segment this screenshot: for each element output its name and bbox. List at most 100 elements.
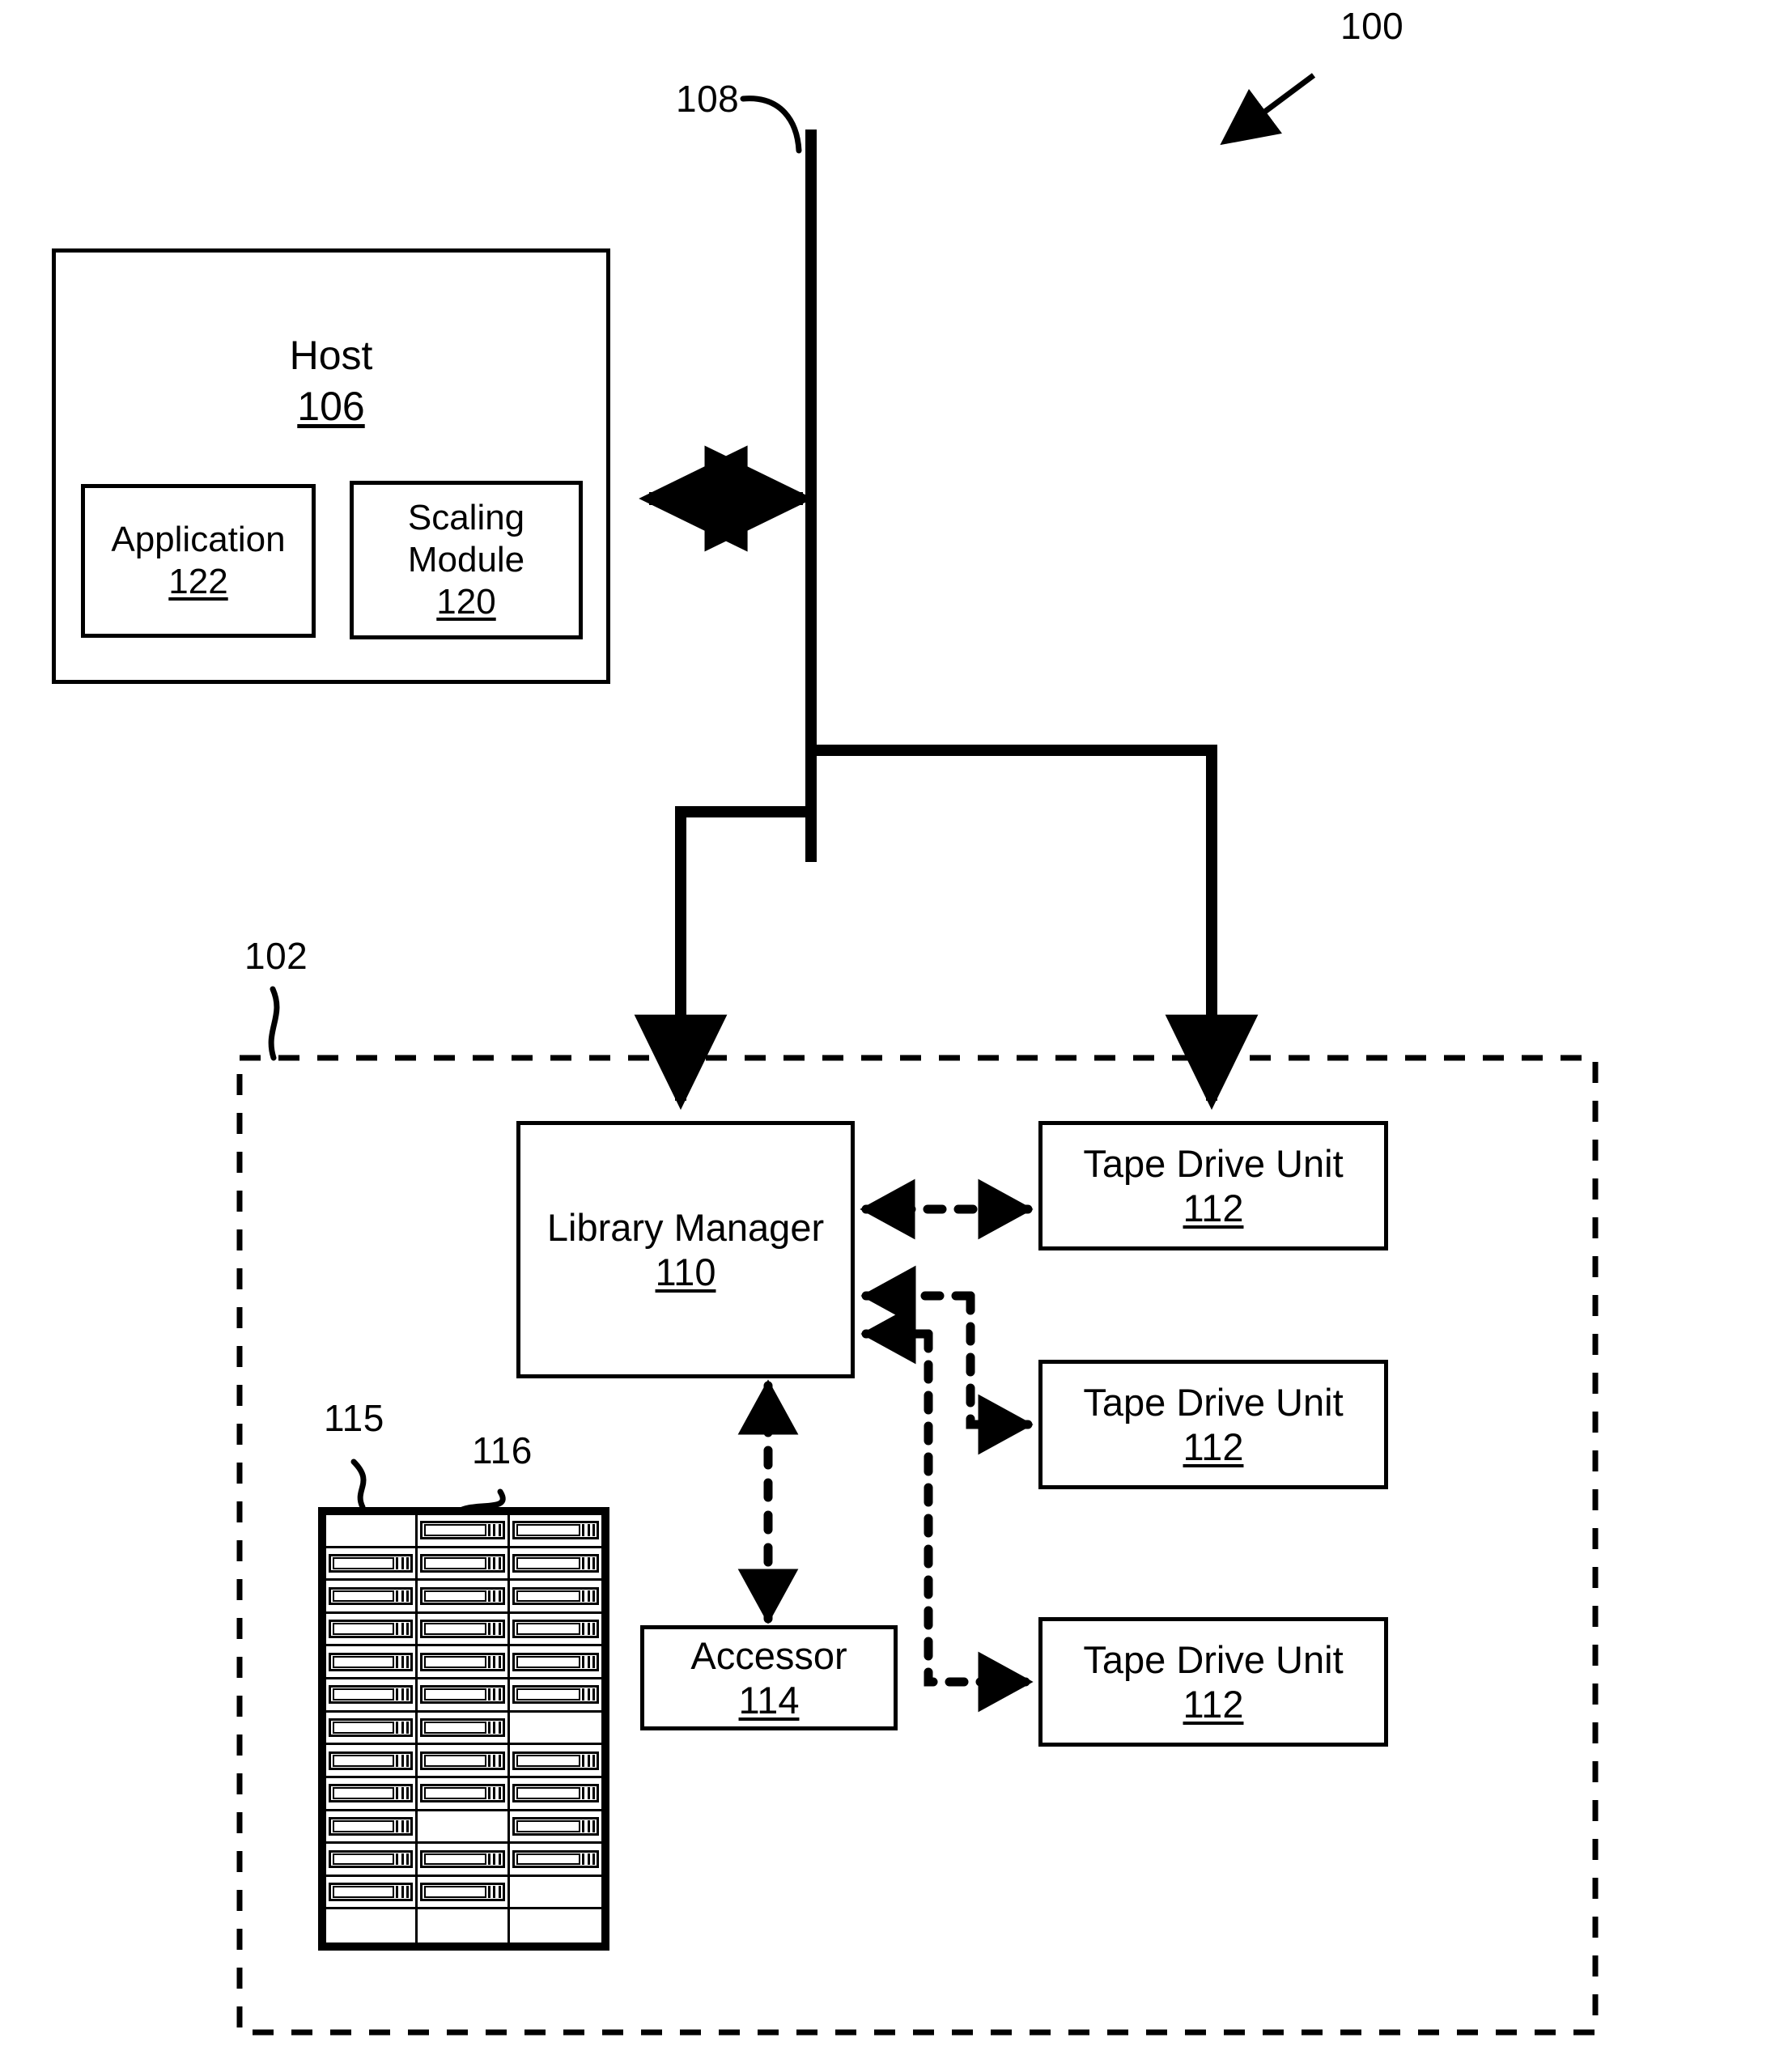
tape-drive-unit-block: Tape Drive Unit 112: [1038, 1617, 1388, 1747]
cartridge-slot-empty: [326, 1909, 418, 1942]
cartridge-slot-empty: [509, 1909, 601, 1942]
tape-cartridge: [329, 1620, 414, 1639]
tape-cartridge-body: [333, 1556, 395, 1569]
tape-cartridge: [329, 1883, 414, 1901]
cartridge-slot-occupied: [509, 1646, 601, 1680]
tape-cartridge-body: [333, 1787, 395, 1800]
tape-drive-unit-block: Tape Drive Unit 112: [1038, 1121, 1388, 1250]
ref-numeral-system: 100: [1340, 5, 1404, 47]
cartridge-slot-occupied: [509, 1613, 601, 1647]
tape-cartridge-body: [516, 1787, 580, 1800]
tape-cartridge-body: [424, 1556, 486, 1569]
tape-cartridge: [329, 1553, 414, 1573]
tape-cartridge-label-bars: [487, 1886, 501, 1898]
tape-cartridge-label-bars: [582, 1524, 595, 1537]
cartridge-slot-occupied: [509, 1745, 601, 1778]
cartridge-slot-occupied: [509, 1679, 601, 1713]
cartridge-slot-empty: [418, 1909, 510, 1942]
ref-numeral-bus: 108: [676, 78, 740, 120]
tape-cartridge-label-bars: [487, 1524, 501, 1537]
cartridge-slot-occupied: [326, 1613, 418, 1647]
tape-cartridge-label-bars: [396, 1754, 410, 1767]
cartridge-slot-occupied: [509, 1844, 601, 1877]
cartridge-slot-empty: [509, 1876, 601, 1910]
tape-cartridge: [329, 1718, 414, 1737]
application-title: Application: [111, 520, 286, 560]
tape-cartridge: [329, 1586, 414, 1606]
scaling-module-title-line1: Scaling: [407, 498, 525, 538]
scaling-module-ref-numeral: 120: [436, 581, 496, 622]
patent-figure: 100 108 102 115 116 Host 106 Application…: [0, 0, 1792, 2072]
tape-cartridge: [420, 1883, 505, 1901]
tape-cartridge-label-bars: [487, 1655, 501, 1668]
tape-cartridge-label-bars: [487, 1556, 501, 1569]
cartridge-slot-occupied: [326, 1646, 418, 1680]
tape-cartridge: [420, 1751, 505, 1770]
tape-cartridge: [329, 1816, 414, 1836]
cartridge-slot-occupied: [418, 1548, 510, 1582]
tape-cartridge-body: [516, 1556, 580, 1569]
system-leader-arrow: [1220, 73, 1316, 146]
library-manager-ref-numeral: 110: [655, 1250, 716, 1293]
tape-cartridge-label-bars: [582, 1819, 595, 1832]
accessor-ref-numeral: 114: [738, 1679, 800, 1722]
cartridge-slot-occupied: [509, 1811, 601, 1845]
tape-cartridge-body: [516, 1623, 580, 1636]
cartridge-slot-occupied: [418, 1745, 510, 1778]
tape-cartridge-label-bars: [396, 1623, 410, 1636]
tape-drive-unit-ref-numeral: 112: [1183, 1425, 1244, 1468]
tape-cartridge-body: [424, 1787, 486, 1800]
cartridge-slot-occupied: [326, 1844, 418, 1877]
tape-cartridge: [420, 1849, 505, 1869]
cartridge-magazine: [318, 1507, 609, 1951]
tape-cartridge: [420, 1685, 505, 1705]
library-manager-block: Library Manager 110: [516, 1121, 855, 1378]
tape-cartridge: [512, 1521, 599, 1540]
tape-cartridge-label-bars: [396, 1556, 410, 1569]
tape-cartridge: [512, 1620, 599, 1639]
tape-cartridge-label-bars: [396, 1688, 410, 1701]
cartridge-slot-occupied: [509, 1548, 601, 1582]
cartridge-slot-occupied: [326, 1679, 418, 1713]
tape-cartridge-body: [516, 1590, 580, 1603]
tape-cartridge-body: [333, 1754, 395, 1767]
cartridge-slot-occupied: [509, 1581, 601, 1614]
tape-cartridge-label-bars: [582, 1754, 595, 1767]
tape-drive-unit-block: Tape Drive Unit 112: [1038, 1360, 1388, 1489]
tape-cartridge-label-bars: [582, 1688, 595, 1701]
tape-cartridge-body: [516, 1524, 580, 1537]
cartridge-slot-occupied: [418, 1712, 510, 1746]
tape-drive-unit-ref-numeral: 112: [1183, 1187, 1244, 1229]
cartridge-slot-empty: [509, 1712, 601, 1746]
library-manager-title: Library Manager: [546, 1205, 825, 1249]
tape-cartridge-label-bars: [582, 1556, 595, 1569]
cartridge-slot-occupied: [326, 1712, 418, 1746]
tape-cartridge-label-bars: [396, 1722, 410, 1734]
tape-cartridge-label-bars: [396, 1655, 410, 1668]
tape-cartridge: [512, 1586, 599, 1606]
cartridge-slot-occupied: [418, 1581, 510, 1614]
ref-numeral-library: 102: [244, 935, 308, 977]
communication-bus: [740, 96, 817, 862]
tape-cartridge-label-bars: [396, 1819, 410, 1832]
bus-branch-tape-drive-1: [811, 745, 1259, 1110]
tape-cartridge: [512, 1816, 599, 1836]
tape-cartridge-body: [424, 1886, 486, 1898]
cartridge-slot-occupied: [326, 1876, 418, 1910]
tape-cartridge-label-bars: [582, 1655, 595, 1668]
cartridge-slot-occupied: [418, 1844, 510, 1877]
tape-cartridge-label-bars: [396, 1853, 410, 1866]
tape-drive-unit-title: Tape Drive Unit: [1083, 1637, 1344, 1681]
tape-cartridge: [512, 1751, 599, 1770]
ref-numeral-magazine-slot: 116: [472, 1429, 533, 1471]
scaling-module-title-line2: Module: [407, 540, 525, 580]
tape-cartridge: [512, 1652, 599, 1671]
tape-cartridge: [512, 1849, 599, 1869]
tape-cartridge-label-bars: [582, 1853, 595, 1866]
tape-cartridge: [329, 1652, 414, 1671]
tape-cartridge-body: [424, 1688, 486, 1701]
tape-cartridge-label-bars: [396, 1590, 410, 1603]
tape-drive-unit-ref-numeral: 112: [1183, 1683, 1244, 1726]
cartridge-slot-occupied: [418, 1515, 510, 1548]
cartridge-slot-occupied: [326, 1777, 418, 1811]
